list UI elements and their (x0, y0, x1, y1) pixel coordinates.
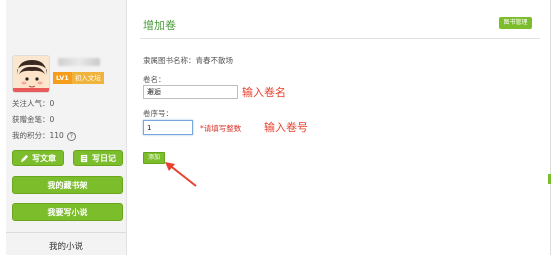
volume-order-annotation: 输入卷号 (264, 121, 308, 134)
write-article-label: 写文章 (32, 153, 56, 163)
volume-name-input[interactable] (143, 85, 238, 99)
points-label: 我的积分：110 (12, 131, 64, 140)
level-badge: LV1 初入文坛 (53, 72, 104, 84)
sidebar-divider (6, 232, 126, 233)
avatar-image-icon (13, 56, 49, 92)
my-bookshelf-button[interactable]: 我的藏书架 (12, 176, 123, 194)
level-title: 初入文坛 (71, 72, 104, 84)
page-title: 增加卷 (143, 19, 176, 32)
write-diary-label: 写日记 (92, 153, 116, 163)
pencil-icon (20, 154, 29, 162)
main-panel: 增加卷 图书管理 隶属图书名称：青春不散场 卷名： 输入卷名 卷序号： *请填写… (128, 0, 551, 255)
help-icon[interactable]: ? (66, 131, 76, 141)
title-divider (140, 38, 540, 39)
arrow-annotation-icon (165, 162, 197, 187)
diary-icon (80, 154, 88, 162)
book-name-line: 隶属图书名称：青春不散场 (143, 56, 233, 65)
volume-order-hint: *请填写整数 (200, 124, 242, 133)
volume-name-label: 卷名： (143, 75, 166, 84)
sidebar: LV1 初入文坛 关注人气：0 获赠金笔：0 我的积分：110? 写文章 写日记… (6, 0, 127, 255)
write-article-button[interactable]: 写文章 (12, 150, 64, 166)
my-novels-section-title: 我的小说 (48, 242, 83, 252)
volume-order-label: 卷序号： (143, 109, 173, 118)
username-blurred (58, 58, 100, 66)
level-number: LV1 (53, 72, 72, 84)
volume-order-input[interactable] (143, 120, 193, 135)
write-diary-button[interactable]: 写日记 (73, 150, 123, 166)
book-management-button[interactable]: 图书管理 (499, 17, 532, 29)
write-novel-button[interactable]: 我要写小说 (12, 203, 123, 221)
coins-stat: 获赠金笔：0 (12, 115, 55, 124)
points-stat: 我的积分：110? (12, 130, 76, 141)
user-avatar[interactable] (12, 55, 50, 93)
followers-stat: 关注人气：0 (12, 99, 55, 108)
volume-name-annotation: 输入卷名 (242, 86, 286, 99)
